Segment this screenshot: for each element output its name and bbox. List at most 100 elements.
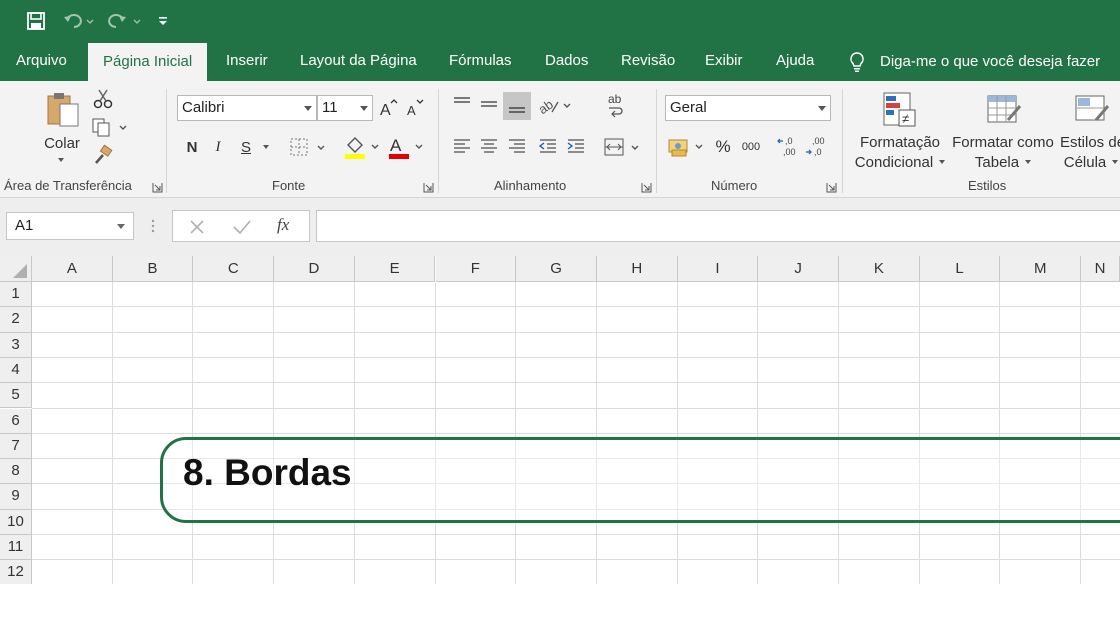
row-header-8[interactable]: 8 bbox=[0, 459, 32, 485]
formula-bar-grip-icon[interactable] bbox=[150, 218, 156, 234]
row-header-9[interactable]: 9 bbox=[0, 484, 32, 510]
format-as-table-line1[interactable]: Formatar como bbox=[950, 133, 1056, 151]
styles-group-label: Estilos bbox=[968, 178, 1007, 193]
fill-color-icon[interactable] bbox=[342, 133, 382, 161]
borders-icon[interactable] bbox=[288, 135, 330, 159]
topic-callout-title: 8. Bordas bbox=[183, 452, 352, 493]
decrease-font-icon[interactable]: A bbox=[404, 97, 424, 119]
number-launcher-icon[interactable] bbox=[826, 180, 837, 193]
copy-icon[interactable] bbox=[90, 115, 130, 139]
cell-styles-icon[interactable] bbox=[1070, 89, 1114, 131]
tab-layout-da-pagina[interactable]: Layout da Página bbox=[300, 42, 417, 81]
increase-font-icon[interactable]: A bbox=[378, 97, 398, 119]
group-separator bbox=[656, 89, 657, 193]
orientation-icon[interactable]: ab bbox=[536, 93, 574, 117]
accounting-format-icon[interactable] bbox=[666, 133, 708, 161]
font-name-select[interactable]: Calibri bbox=[177, 95, 317, 121]
save-icon[interactable] bbox=[24, 9, 48, 33]
number-format-select[interactable]: Geral bbox=[665, 95, 831, 121]
tab-arquivo[interactable]: Arquivo bbox=[16, 42, 67, 81]
cut-icon[interactable] bbox=[90, 87, 116, 111]
customize-qat-icon[interactable] bbox=[154, 9, 172, 33]
merge-center-icon[interactable] bbox=[602, 135, 644, 159]
row-header-7[interactable]: 7 bbox=[0, 433, 32, 460]
column-header-e[interactable]: E bbox=[354, 256, 436, 282]
row-header-4[interactable]: 4 bbox=[0, 357, 32, 384]
column-header-b[interactable]: B bbox=[112, 256, 194, 282]
cancel-icon[interactable] bbox=[187, 217, 207, 237]
increase-decimal-icon[interactable]: ,0,00 bbox=[776, 133, 802, 161]
align-middle-icon[interactable] bbox=[477, 93, 501, 115]
column-header-g[interactable]: G bbox=[516, 256, 597, 282]
decrease-indent-icon[interactable] bbox=[536, 135, 560, 157]
row-header-11[interactable]: 11 bbox=[0, 535, 32, 561]
align-right-icon[interactable] bbox=[505, 135, 529, 157]
align-left-icon[interactable] bbox=[450, 135, 474, 157]
bold-button[interactable]: N bbox=[182, 135, 202, 159]
format-painter-icon[interactable] bbox=[90, 143, 116, 167]
column-header-j[interactable]: J bbox=[758, 256, 839, 282]
conditional-formatting-line1[interactable]: Formatação bbox=[852, 133, 948, 151]
column-header-a[interactable]: A bbox=[32, 256, 113, 282]
format-as-table-icon[interactable] bbox=[982, 89, 1026, 131]
paste-dropdown-icon[interactable] bbox=[52, 155, 70, 165]
insert-function-button[interactable]: fx bbox=[277, 215, 299, 237]
column-header-c[interactable]: C bbox=[193, 256, 275, 282]
font-color-icon[interactable]: A bbox=[386, 133, 426, 161]
decrease-decimal-icon[interactable]: ,00,0 bbox=[804, 133, 830, 161]
svg-text:,0: ,0 bbox=[785, 136, 793, 146]
paste-icon[interactable] bbox=[40, 89, 84, 131]
tab-formulas[interactable]: Fórmulas bbox=[449, 42, 512, 81]
cell-styles-line1[interactable]: Estilos de bbox=[1060, 133, 1120, 151]
clipboard-launcher-icon[interactable] bbox=[152, 180, 163, 193]
align-top-icon[interactable] bbox=[450, 93, 474, 115]
row-header-10[interactable]: 10 bbox=[0, 509, 32, 535]
paste-button[interactable]: Colar bbox=[36, 133, 88, 153]
column-header-k[interactable]: K bbox=[839, 256, 920, 282]
font-size-select[interactable]: 11 bbox=[317, 95, 373, 121]
tab-ajuda[interactable]: Ajuda bbox=[776, 42, 814, 81]
cell-styles-button[interactable]: Célula bbox=[1062, 153, 1120, 171]
italic-button[interactable]: I bbox=[208, 135, 228, 159]
row-header-12[interactable]: 12 bbox=[0, 560, 32, 584]
tab-pagina-inicial[interactable]: Página Inicial bbox=[88, 43, 208, 81]
formula-input[interactable] bbox=[316, 210, 1120, 242]
column-header-d[interactable]: D bbox=[274, 256, 355, 282]
align-center-icon[interactable] bbox=[477, 135, 501, 157]
wrap-text-icon[interactable]: ab bbox=[604, 91, 628, 119]
column-header-f[interactable]: F bbox=[435, 256, 517, 282]
select-all-corner[interactable] bbox=[0, 256, 32, 282]
underline-dropdown-icon[interactable] bbox=[258, 139, 274, 155]
conditional-formatting-icon[interactable]: ≠ bbox=[878, 89, 922, 131]
row-header-3[interactable]: 3 bbox=[0, 332, 32, 358]
name-box[interactable]: A1 bbox=[6, 212, 134, 240]
tab-revisao[interactable]: Revisão bbox=[621, 42, 675, 81]
column-header-i[interactable]: I bbox=[677, 256, 759, 282]
column-header-h[interactable]: H bbox=[596, 256, 678, 282]
conditional-formatting-button[interactable]: Condicional bbox=[852, 153, 948, 171]
row-header-5[interactable]: 5 bbox=[0, 383, 32, 409]
column-header-m[interactable]: M bbox=[1000, 256, 1082, 282]
alignment-launcher-icon[interactable] bbox=[641, 180, 652, 193]
tab-dados[interactable]: Dados bbox=[545, 42, 588, 81]
gridline-horizontal bbox=[32, 559, 1120, 561]
tab-inserir[interactable]: Inserir bbox=[226, 42, 268, 81]
tab-exibir[interactable]: Exibir bbox=[705, 42, 743, 81]
percent-button[interactable]: % bbox=[712, 135, 734, 159]
column-header-n[interactable]: N bbox=[1081, 256, 1120, 282]
format-as-table-button[interactable]: Tabela bbox=[950, 153, 1056, 171]
undo-icon[interactable] bbox=[62, 9, 96, 33]
thousands-button[interactable]: 000 bbox=[738, 135, 764, 159]
font-launcher-icon[interactable] bbox=[423, 180, 434, 193]
ribbon: Colar Área de Transferência Calibri 11 A… bbox=[0, 81, 1120, 198]
redo-icon[interactable] bbox=[106, 9, 144, 33]
row-header-2[interactable]: 2 bbox=[0, 307, 32, 333]
increase-indent-icon[interactable] bbox=[564, 135, 588, 157]
underline-button[interactable]: S bbox=[236, 135, 256, 159]
row-header-1[interactable]: 1 bbox=[0, 282, 32, 308]
enter-icon[interactable] bbox=[231, 217, 253, 237]
column-header-l[interactable]: L bbox=[919, 256, 1001, 282]
tell-me-box[interactable]: Diga-me o que você deseja fazer bbox=[848, 42, 1100, 81]
align-bottom-icon[interactable] bbox=[503, 92, 531, 120]
row-header-6[interactable]: 6 bbox=[0, 408, 32, 434]
